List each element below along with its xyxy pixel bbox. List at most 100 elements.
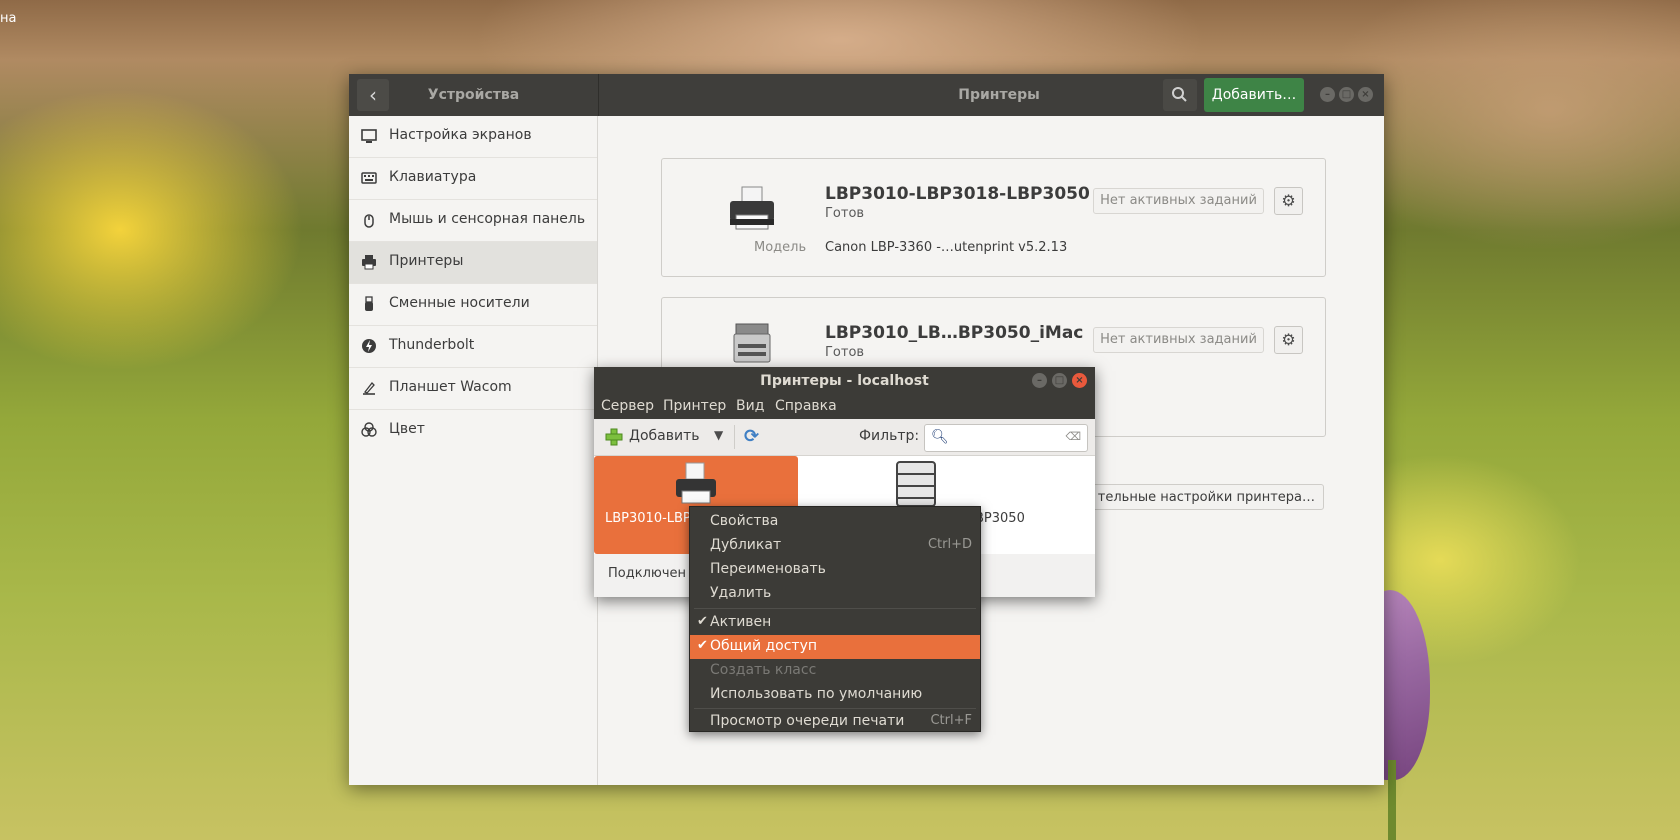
headerbar: ‹ Устройства Принтеры Добавить… – □ × [349, 74, 1384, 116]
printer-settings-button[interactable]: ⚙ [1274, 187, 1303, 215]
desktop-label: на [0, 11, 17, 26]
sidebar-item-color[interactable]: Цвет [349, 410, 597, 451]
printer-name: LBP3010-LBP3018-LBP3050 [825, 184, 1090, 204]
color-icon [361, 422, 377, 437]
menu-item-accelerator: Ctrl+F [930, 713, 972, 728]
menu-item-label: Удалить [710, 585, 772, 601]
printer-icon [730, 186, 774, 230]
model-value[interactable]: Canon LBP-3360 -…utenprint v5.2.13 [825, 240, 1067, 255]
search-icon [1172, 87, 1187, 102]
menu-item-label: Свойства [710, 513, 779, 529]
context-menu: Свойства Дубликат Ctrl+D Переименовать У… [689, 506, 981, 732]
search-button[interactable] [1163, 79, 1197, 111]
toolbar-separator [734, 425, 735, 449]
menu-bar: Сервер Принтер Вид Справка [594, 395, 1095, 419]
tablet-icon [363, 382, 375, 395]
minimize-button[interactable]: – [1320, 87, 1335, 102]
printer-item-label: BP3050 [975, 511, 1025, 526]
printer-status: Готов [825, 206, 865, 221]
sidebar-item-displays[interactable]: Настройка экранов [349, 116, 597, 158]
minimize-button[interactable]: – [1032, 373, 1047, 388]
clear-icon[interactable]: ⌫ [1065, 430, 1081, 443]
menu-item-label: Дубликат [710, 537, 782, 553]
sidebar-item-label: Цвет [389, 421, 425, 437]
add-button[interactable]: Добавить [629, 428, 699, 444]
printer-icon [676, 462, 716, 504]
menu-server[interactable]: Сервер [601, 398, 654, 414]
headerbar-separator [598, 74, 599, 116]
menu-help[interactable]: Справка [775, 398, 837, 414]
gear-icon: ⚙ [1281, 330, 1296, 349]
sidebar-item-keyboard[interactable]: Клавиатура [349, 158, 597, 200]
menu-item-label: Использовать по умолчанию [710, 686, 923, 702]
sidebar-item-label: Сменные носители [389, 295, 530, 311]
sidebar-item-mouse[interactable]: Мышь и сенсорная панель [349, 200, 597, 242]
dropdown-arrow-icon[interactable]: ▼ [714, 428, 723, 442]
filter-label: Фильтр: [859, 428, 920, 444]
printer-card[interactable]: LBP3010-LBP3018-LBP3050 Готов Модель Can… [661, 158, 1326, 277]
menu-separator [694, 608, 976, 609]
maximize-button[interactable]: □ [1052, 373, 1067, 388]
display-icon [361, 129, 377, 143]
cups-titlebar: Принтеры - localhost – □ × [594, 367, 1095, 395]
add-printer-button[interactable]: Добавить… [1204, 78, 1304, 112]
connection-status: Подключен [608, 566, 686, 581]
filter-input[interactable]: 🔍︎ ⌫ [924, 424, 1088, 452]
sidebar-item-label: Планшет Wacom [389, 379, 512, 395]
thunderbolt-icon [362, 339, 376, 353]
printer-item-label: LBP3010-LBP [605, 511, 691, 526]
sidebar-item-label: Thunderbolt [389, 337, 475, 353]
sidebar-item-removable-media[interactable]: Сменные носители [349, 284, 597, 326]
sidebar-item-label: Принтеры [389, 253, 464, 269]
printer-status: Готов [825, 345, 865, 360]
panel-title: Устройства [427, 87, 520, 103]
refresh-icon[interactable]: ⟳ [744, 426, 759, 447]
menu-item-label: Просмотр очереди печати [710, 713, 905, 729]
menu-item-rename[interactable]: Переименовать [690, 558, 980, 582]
usb-icon [365, 296, 373, 311]
menu-item-accelerator: Ctrl+D [927, 537, 972, 552]
menu-item-label: Общий доступ [710, 638, 818, 654]
jobs-button[interactable]: Нет активных заданий [1093, 188, 1264, 214]
menu-view[interactable]: Вид [736, 398, 764, 414]
close-button[interactable]: × [1358, 87, 1373, 102]
sidebar-item-label: Мышь и сенсорная панель [389, 211, 586, 227]
jobs-button[interactable]: Нет активных заданий [1093, 327, 1264, 353]
keyboard-icon [361, 172, 377, 184]
sidebar-item-thunderbolt[interactable]: Thunderbolt [349, 326, 597, 368]
toolbar: Добавить ▼ ⟳ Фильтр: 🔍︎ ⌫ [594, 419, 1095, 456]
print-server-icon [896, 461, 936, 507]
flower-stem [1388, 760, 1396, 840]
add-icon[interactable] [605, 428, 623, 446]
mouse-icon [364, 214, 374, 228]
window-title: Принтеры [958, 87, 1040, 103]
printer-name: LBP3010_LB…BP3050_iMac [825, 323, 1084, 343]
menu-item-view-queue[interactable]: Просмотр очереди печати Ctrl+F [690, 710, 980, 734]
search-icon: 🔍︎ [931, 429, 949, 445]
close-button[interactable]: × [1072, 373, 1087, 388]
sidebar-item-label: Клавиатура [389, 169, 477, 185]
sidebar: Настройка экранов Клавиатура Мышь и сенс… [349, 116, 598, 785]
additional-printer-settings-button[interactable]: тельные настройки принтера… [1082, 484, 1324, 510]
check-icon: ✔ [697, 638, 708, 653]
printer-icon [362, 255, 376, 270]
menu-item-create-class: Создать класс [690, 659, 980, 683]
menu-item-label: Активен [710, 614, 772, 630]
menu-item-delete[interactable]: Удалить [690, 582, 980, 606]
sidebar-item-printers[interactable]: Принтеры [349, 242, 597, 284]
menu-item-set-default[interactable]: Использовать по умолчанию [690, 683, 980, 707]
check-icon: ✔ [697, 614, 708, 629]
menu-item-enabled[interactable]: ✔ Активен [690, 611, 980, 635]
gear-icon: ⚙ [1281, 191, 1296, 210]
menu-item-label: Переименовать [710, 561, 826, 577]
menu-item-shared[interactable]: ✔ Общий доступ [690, 635, 980, 659]
maximize-button[interactable]: □ [1339, 87, 1354, 102]
sidebar-item-wacom[interactable]: Планшет Wacom [349, 368, 597, 410]
menu-item-properties[interactable]: Свойства [690, 510, 980, 534]
sidebar-item-label: Настройка экранов [389, 127, 532, 143]
menu-separator [694, 708, 976, 709]
cups-window-title: Принтеры - localhost [760, 373, 929, 389]
printer-settings-button[interactable]: ⚙ [1274, 326, 1303, 354]
menu-printer[interactable]: Принтер [663, 398, 726, 414]
menu-item-duplicate[interactable]: Дубликат Ctrl+D [690, 534, 980, 558]
